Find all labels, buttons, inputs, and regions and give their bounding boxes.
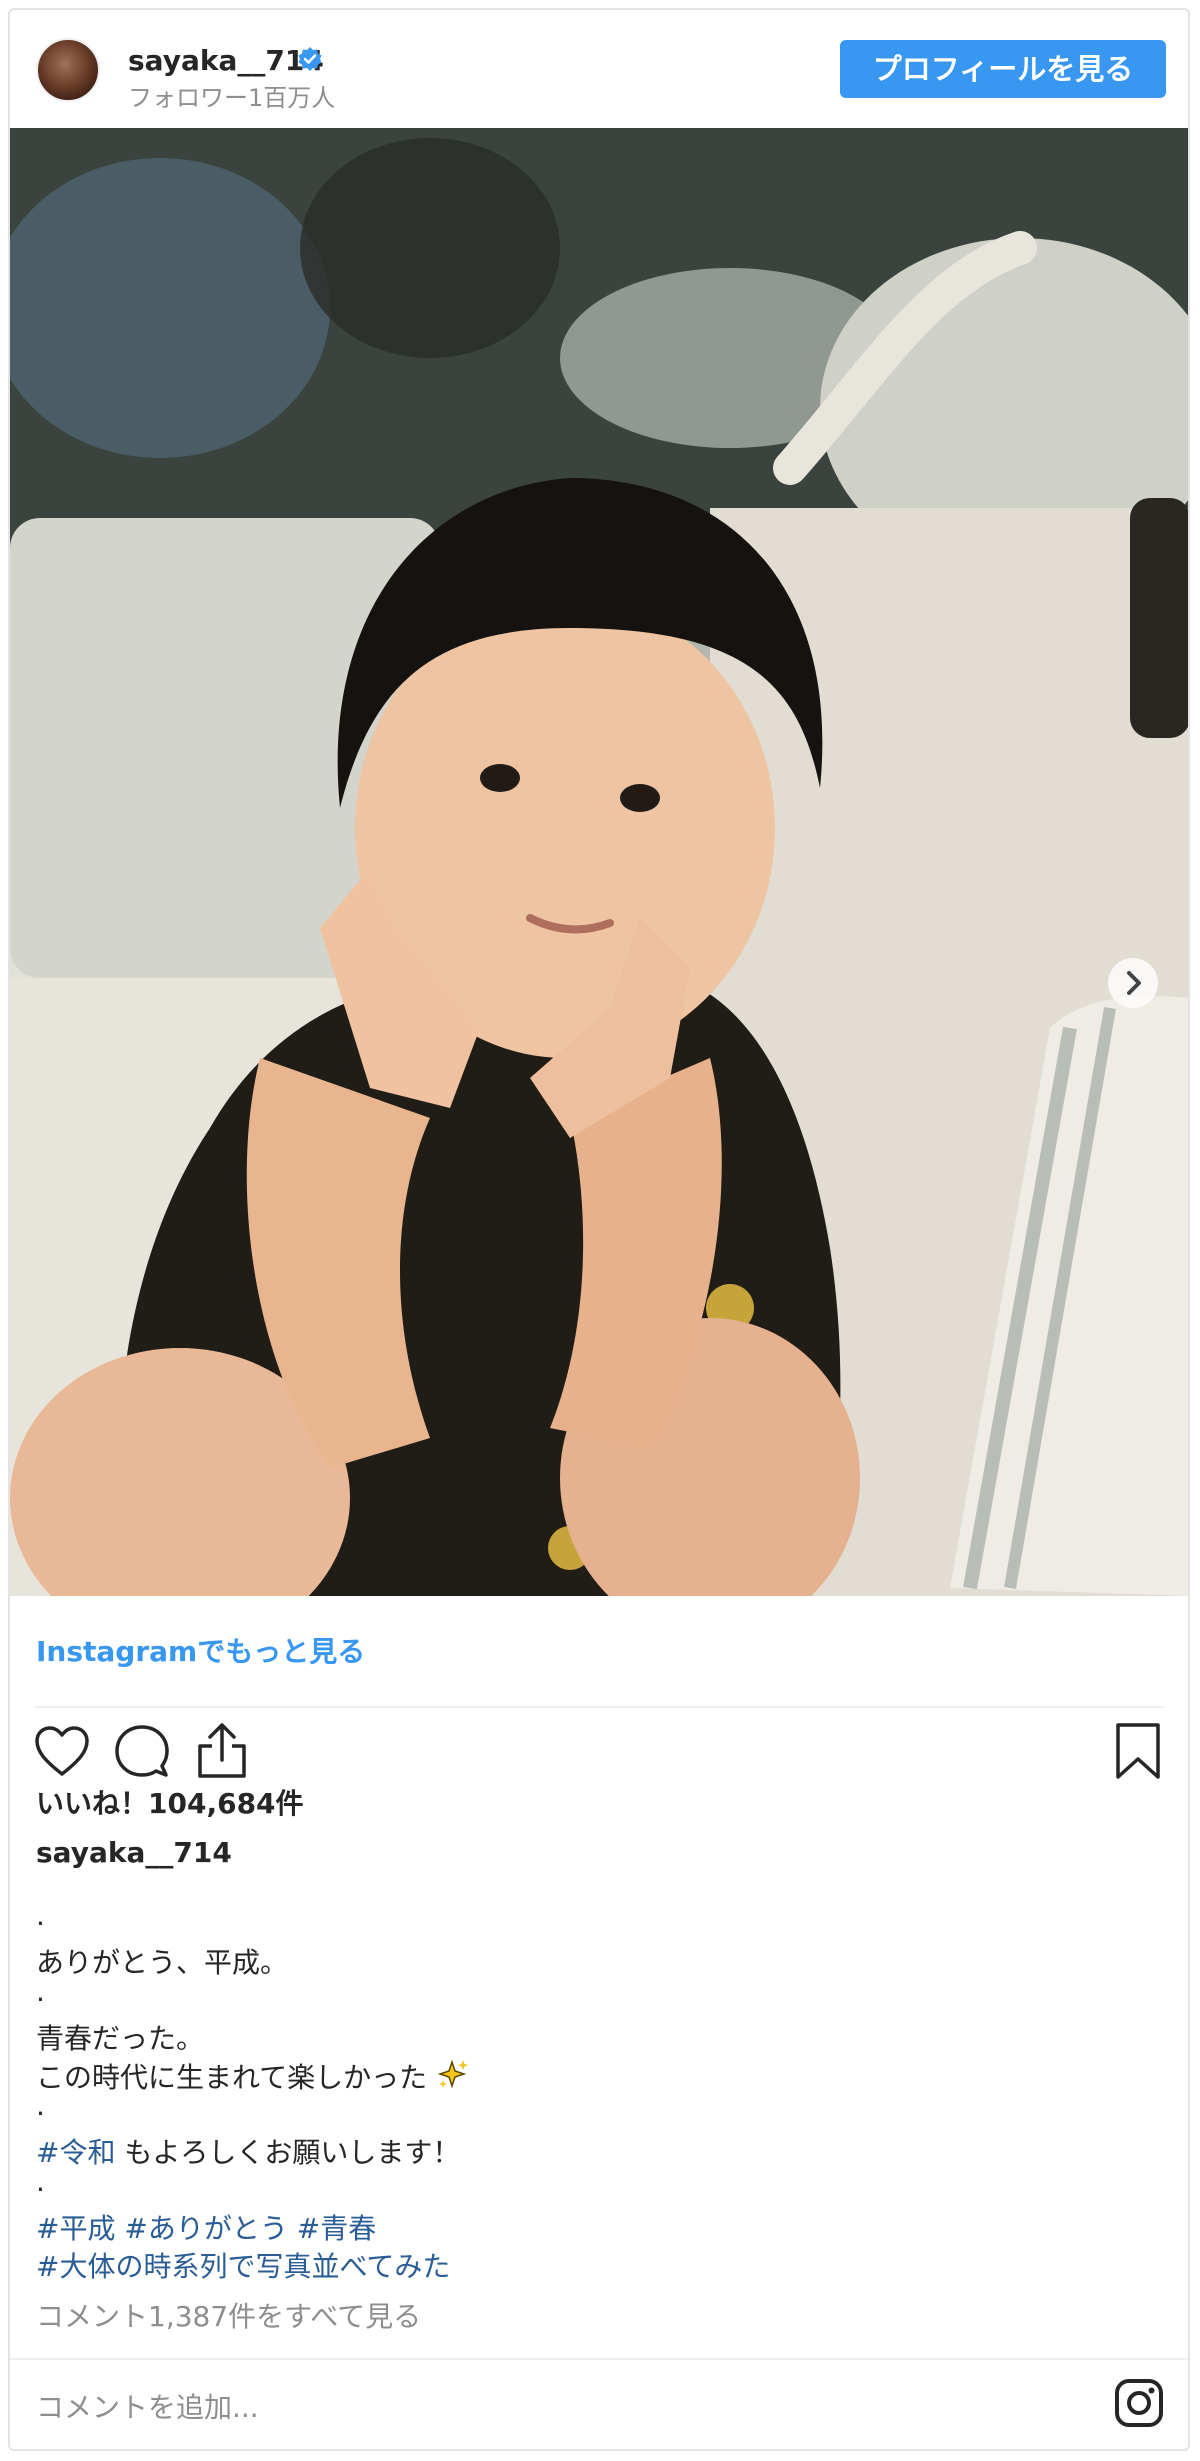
caption-line: ありがとう、平成。: [36, 1946, 289, 1979]
post-caption: . ありがとう、平成。 . 青春だった。 この時代に生まれて楽しかった . #令…: [36, 1899, 470, 2286]
caption-dot: .: [36, 2089, 45, 2122]
instagram-logo-icon[interactable]: [1114, 2378, 1164, 2428]
chevron-right-icon: [1127, 971, 1141, 995]
divider: [34, 1706, 1164, 1708]
sparkles-emoji-icon: [437, 2059, 469, 2089]
caption-dot: .: [36, 1899, 45, 1932]
view-more-on-instagram-link[interactable]: Instagramでもっと見る: [36, 1630, 365, 1670]
verified-badge-icon: [298, 47, 322, 71]
divider: [10, 2358, 1188, 2360]
hashtag-link[interactable]: #青春: [297, 2212, 376, 2245]
comment-icon[interactable]: [114, 1724, 170, 1780]
caption-dot: .: [36, 1975, 45, 2008]
post-photo[interactable]: [10, 128, 1188, 1596]
hashtag-link[interactable]: #大体の時系列で写真並べてみた: [36, 2250, 450, 2283]
follower-count: フォロワー1百万人: [128, 84, 336, 112]
caption-hashtags: #大体の時系列で写真並べてみた: [36, 2248, 470, 2286]
caption-line-text: この時代に生まれて楽しかった: [36, 2061, 428, 2094]
avatar[interactable]: [36, 38, 100, 102]
username[interactable]: sayaka__714: [128, 44, 324, 77]
next-image-button[interactable]: [1108, 958, 1158, 1008]
heart-icon[interactable]: [34, 1726, 90, 1778]
add-comment-input[interactable]: コメントを追加...: [36, 2386, 259, 2426]
caption-line: 青春だった。: [36, 2022, 205, 2055]
caption-username[interactable]: sayaka__714: [36, 1836, 232, 1869]
hashtag-link[interactable]: #令和: [36, 2136, 115, 2169]
like-count[interactable]: いいね！104,684件: [36, 1782, 304, 1822]
view-all-comments-link[interactable]: コメント1,387件をすべて見る: [36, 2295, 421, 2335]
instagram-embed-card: sayaka__714 フォロワー1百万人 プロフィールを見る Instagra…: [8, 8, 1190, 2451]
caption-line: この時代に生まれて楽しかった: [36, 2058, 470, 2096]
caption-dot: .: [36, 2165, 45, 2198]
caption-line-text: もよろしくお願いします！: [115, 2136, 461, 2169]
hashtag-link[interactable]: #平成: [36, 2212, 115, 2245]
view-profile-button[interactable]: プロフィールを見る: [840, 40, 1166, 98]
caption-line: #令和 もよろしくお願いします！: [36, 2134, 470, 2172]
share-icon[interactable]: [194, 1720, 250, 1780]
caption-hashtags: #平成 #ありがとう #青春: [36, 2210, 470, 2248]
post-header: sayaka__714 フォロワー1百万人 プロフィールを見る: [10, 10, 1188, 130]
bookmark-icon[interactable]: [1114, 1722, 1162, 1780]
post-photo-image: [10, 128, 1188, 1596]
hashtag-link[interactable]: #ありがとう: [124, 2212, 287, 2245]
